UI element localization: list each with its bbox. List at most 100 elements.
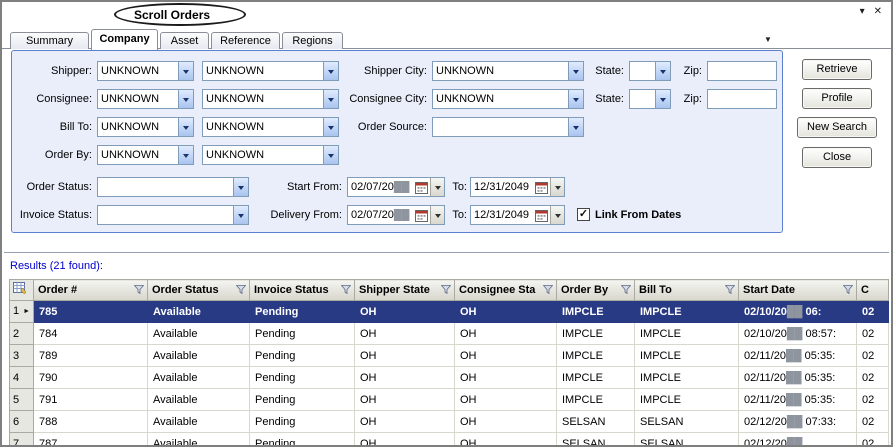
grid-cell[interactable]: OH [455,301,557,323]
grid-cell[interactable]: OH [455,345,557,367]
table-row[interactable]: 7 787 Available Pending OH OH SELSAN SEL… [10,433,889,446]
row-header[interactable]: 5 [10,389,34,411]
chevron-down-icon[interactable] [178,118,193,136]
filter-icon[interactable] [236,285,246,294]
filter-icon[interactable] [134,285,144,294]
grid-cell[interactable]: 02/10/20██ 06: [739,301,857,323]
chevron-down-icon[interactable] [655,90,670,108]
calendar-icon[interactable] [413,206,430,224]
column-header-consignee-state[interactable]: Consignee Sta [455,280,557,301]
grid-cell[interactable]: Available [148,433,250,446]
table-row[interactable]: 6 788 Available Pending OH OH SELSAN SEL… [10,411,889,433]
grid-corner-select[interactable] [10,280,34,301]
grid-cell[interactable]: OH [355,411,455,433]
grid-cell[interactable]: IMPCLE [635,345,739,367]
grid-cell[interactable]: Pending [250,367,355,389]
close-icon[interactable]: ✕ [874,6,882,17]
grid-cell[interactable]: SELSAN [557,411,635,433]
chevron-down-icon[interactable] [323,62,338,80]
column-header-order-number[interactable]: Order # [34,280,148,301]
calendar-icon[interactable] [533,178,550,196]
grid-cell[interactable]: OH [455,433,557,446]
grid-cell[interactable]: 02/12/20██ [739,433,857,446]
order-source-combo[interactable] [432,117,584,137]
grid-cell[interactable]: 785 [34,301,148,323]
grid-cell[interactable]: SELSAN [557,433,635,446]
consignee-zip-input[interactable] [707,89,777,109]
column-header-shipper-state[interactable]: Shipper State [355,280,455,301]
chevron-down-icon[interactable] [568,62,583,80]
shipper-zip-input[interactable] [707,61,777,81]
link-from-dates-checkbox[interactable]: ✓ [577,208,590,221]
chevron-down-icon[interactable] [178,146,193,164]
grid-cell[interactable]: IMPCLE [635,301,739,323]
grid-cell[interactable]: OH [355,301,455,323]
grid-cell[interactable]: 02/12/20██ 07:33: [739,411,857,433]
chevron-down-icon[interactable] [430,178,444,196]
chevron-down-icon[interactable] [233,206,248,224]
shipper-name-combo[interactable]: UNKNOWN [202,61,339,81]
filter-icon[interactable] [341,285,351,294]
column-header-c[interactable]: C [857,280,889,301]
tab-summary[interactable]: Summary [10,32,89,49]
row-header[interactable]: 7 [10,433,34,446]
bill-to-name-combo[interactable]: UNKNOWN [202,117,339,137]
grid-cell[interactable]: 02 [857,367,889,389]
consignee-state-combo[interactable] [629,89,671,109]
filter-icon[interactable] [621,285,631,294]
table-row[interactable]: 2 784 Available Pending OH OH IMPCLE IMP… [10,323,889,345]
table-row[interactable]: 5 791 Available Pending OH OH IMPCLE IMP… [10,389,889,411]
grid-cell[interactable]: 784 [34,323,148,345]
tab-overflow-icon[interactable]: ▼ [764,35,772,44]
column-header-bill-to[interactable]: Bill To [635,280,739,301]
chevron-down-icon[interactable] [323,146,338,164]
grid-cell[interactable]: SELSAN [635,433,739,446]
retrieve-button[interactable]: Retrieve [802,59,872,80]
bill-to-code-combo[interactable]: UNKNOWN [97,117,194,137]
column-header-invoice-status[interactable]: Invoice Status [250,280,355,301]
invoice-status-combo[interactable] [97,205,249,225]
profile-button[interactable]: Profile [802,88,872,109]
tab-company[interactable]: Company [91,29,158,50]
grid-cell[interactable]: 02/11/20██ 05:35: [739,345,857,367]
grid-cell[interactable]: OH [455,411,557,433]
pin-caret-icon[interactable]: ▾ [860,6,865,17]
row-header[interactable]: 4 [10,367,34,389]
grid-cell[interactable]: 02/11/20██ 05:35: [739,367,857,389]
chevron-down-icon[interactable] [178,62,193,80]
grid-cell[interactable]: IMPCLE [557,323,635,345]
tab-asset[interactable]: Asset [160,32,209,49]
grid-cell[interactable]: 791 [34,389,148,411]
filter-icon[interactable] [843,285,853,294]
consignee-name-combo[interactable]: UNKNOWN [202,89,339,109]
calendar-icon[interactable] [533,206,550,224]
grid-cell[interactable]: 02/11/20██ 05:35: [739,389,857,411]
grid-cell[interactable]: Pending [250,323,355,345]
grid-cell[interactable]: Available [148,345,250,367]
grid-cell[interactable]: Pending [250,433,355,446]
grid-cell[interactable]: IMPCLE [557,301,635,323]
grid-cell[interactable]: SELSAN [635,411,739,433]
grid-cell[interactable]: OH [455,323,557,345]
grid-cell[interactable]: Pending [250,345,355,367]
grid-cell[interactable]: Available [148,323,250,345]
grid-cell[interactable]: OH [355,389,455,411]
chevron-down-icon[interactable] [568,90,583,108]
filter-icon[interactable] [725,285,735,294]
shipper-city-combo[interactable]: UNKNOWN [432,61,584,81]
chevron-down-icon[interactable] [568,118,583,136]
delivery-to-date[interactable]: 12/31/2049 [470,205,565,225]
grid-cell[interactable]: 02 [857,411,889,433]
row-header[interactable]: 2 [10,323,34,345]
grid-cell[interactable]: 789 [34,345,148,367]
grid-cell[interactable]: 02 [857,345,889,367]
close-button[interactable]: Close [802,147,872,168]
tab-regions[interactable]: Regions [282,32,343,49]
consignee-city-combo[interactable]: UNKNOWN [432,89,584,109]
shipper-state-combo[interactable] [629,61,671,81]
chevron-down-icon[interactable] [550,206,564,224]
filter-icon[interactable] [543,285,553,294]
grid-cell[interactable]: OH [355,433,455,446]
grid-cell[interactable]: IMPCLE [557,389,635,411]
row-header[interactable]: 3 [10,345,34,367]
